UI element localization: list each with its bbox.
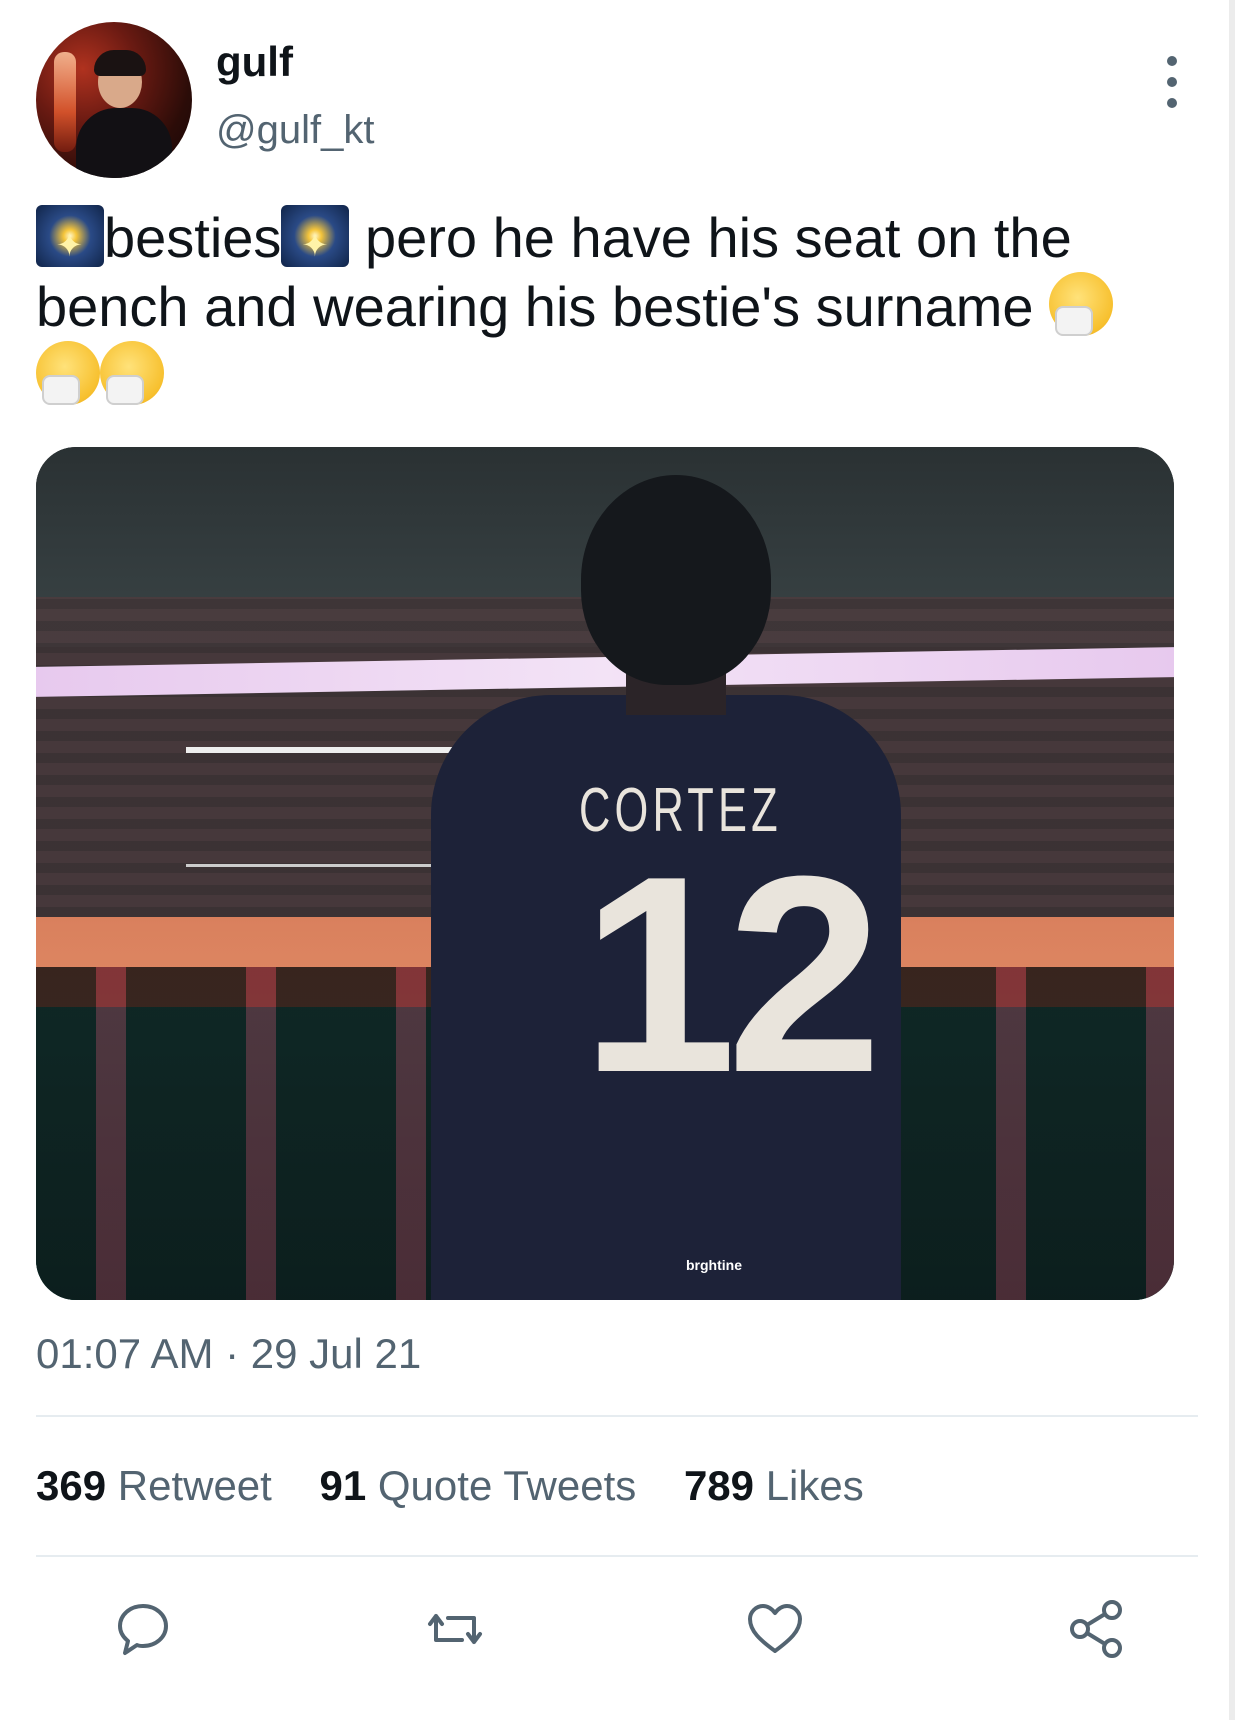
player-back: CORTEZ 12 [431,475,901,1300]
tweet-text: besties pero he have his seat on the ben… [36,204,1186,421]
share-icon[interactable] [1064,1596,1130,1662]
divider [36,1415,1198,1417]
tweet-timestamp[interactable]: 01:07 AM · 29 Jul 21 [36,1330,421,1378]
sneezing-face-emoji [100,341,164,421]
sneezing-face-emoji [36,341,100,421]
tweet-text-part1: besties [104,206,282,269]
display-name[interactable]: gulf [216,38,293,86]
jersey-number: 12 [581,819,882,1131]
fireworks-emoji [36,205,104,279]
fireworks-emoji [281,205,350,279]
tweet-stats: 369 Retweet 91 Quote Tweets 789 Likes [36,1462,900,1510]
quote-tweet-count[interactable]: 91 Quote Tweets [320,1462,637,1509]
tweet-header: gulf @gulf_kt [36,22,1196,182]
retweet-count[interactable]: 369 Retweet [36,1462,272,1509]
scrollbar-track [1229,0,1235,1720]
avatar[interactable] [36,22,192,178]
like-icon[interactable] [742,1596,808,1662]
watermark: brghtine [686,1257,742,1273]
like-count[interactable]: 789 Likes [684,1462,864,1509]
divider [36,1555,1198,1557]
sneezing-face-emoji [1049,272,1114,352]
tweet-actions [110,1596,1130,1662]
reply-icon[interactable] [110,1596,176,1662]
retweet-icon[interactable] [422,1596,488,1662]
tweet-photo[interactable]: CORTEZ 12 brghtine [36,447,1174,1300]
user-handle[interactable]: @gulf_kt [216,108,374,153]
more-options-icon[interactable] [1160,56,1184,108]
